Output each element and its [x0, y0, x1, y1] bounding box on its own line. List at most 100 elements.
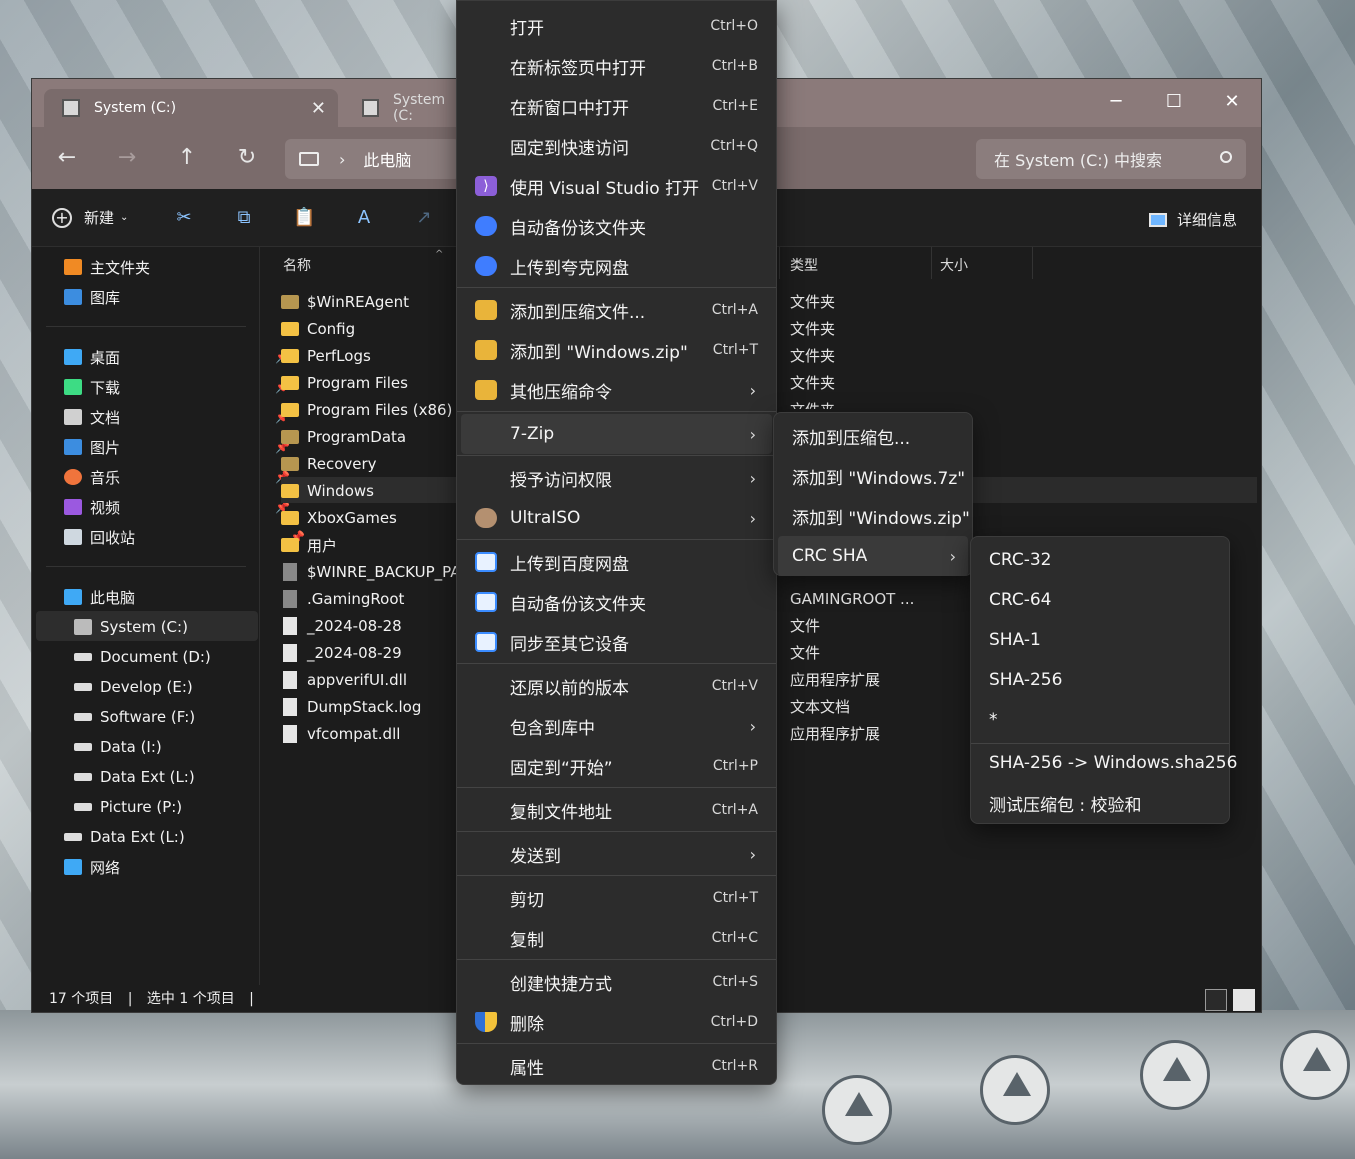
sidebar-item-drive-c[interactable]: System (C:): [74, 613, 188, 641]
menu-item-upload-baidu[interactable]: 上传到百度网盘: [461, 542, 772, 582]
submenu-item-crc64[interactable]: CRC-64: [975, 580, 1225, 620]
system-drive-icon: [74, 619, 92, 635]
list-item[interactable]: DumpStack.log: [281, 694, 421, 720]
sidebar-item-videos[interactable]: 视频 📌: [64, 493, 290, 521]
details-pane-button[interactable]: 详细信息: [1148, 209, 1237, 230]
menu-item-restore-versions[interactable]: 还原以前的版本 Ctrl+V: [461, 666, 772, 706]
sidebar-item-downloads[interactable]: 下载 📌: [64, 373, 290, 401]
sidebar-item-desktop[interactable]: 桌面 📌: [64, 343, 290, 371]
menu-item-include-library[interactable]: 包含到库中 ›: [461, 706, 772, 746]
menu-item-create-shortcut[interactable]: 创建快捷方式 Ctrl+S: [461, 962, 772, 1002]
menu-item-copy[interactable]: 复制 Ctrl+C: [461, 918, 772, 958]
menu-item-open-new-window[interactable]: 在新窗口中打开 Ctrl+E: [461, 86, 772, 126]
submenu-item-crc32[interactable]: CRC-32: [975, 540, 1225, 580]
menu-item-add-to-zip[interactable]: 添加到 "Windows.zip" Ctrl+T: [461, 330, 772, 370]
list-item[interactable]: Windows: [281, 478, 374, 504]
tiles-view-button[interactable]: [1233, 989, 1255, 1011]
breadcrumb-this-pc[interactable]: 此电脑: [363, 147, 411, 171]
list-item[interactable]: Recovery: [281, 451, 377, 477]
sidebar-item-drive-i[interactable]: Data (I:): [74, 733, 162, 761]
menu-item-properties[interactable]: 属性 Ctrl+R: [461, 1046, 772, 1086]
share-icon[interactable]: ↗: [413, 207, 435, 229]
list-item[interactable]: XboxGames: [281, 505, 397, 531]
menu-item-copy-path[interactable]: 复制文件地址 Ctrl+A: [461, 790, 772, 830]
menu-item-other-compress[interactable]: 其他压缩命令 ›: [461, 370, 772, 410]
back-button[interactable]: ←: [49, 141, 85, 175]
sidebar-item-drive-f[interactable]: Software (F:): [74, 703, 195, 731]
submenu-item-add-zip[interactable]: 添加到 "Windows.zip": [778, 496, 970, 536]
sidebar-item-drive-l[interactable]: Data Ext (L:): [74, 763, 195, 791]
list-item[interactable]: _2024-08-29: [281, 640, 402, 666]
list-item[interactable]: Program Files: [281, 370, 408, 396]
menu-item-add-to-archive[interactable]: 添加到压缩文件... Ctrl+A: [461, 290, 772, 330]
new-button[interactable]: + 新建 ⌄: [52, 207, 128, 228]
rename-icon[interactable]: A: [353, 207, 375, 229]
list-item[interactable]: $WinREAgent: [281, 289, 409, 315]
menu-item-ultraiso[interactable]: UltraISO ›: [461, 498, 772, 538]
list-item[interactable]: appverifUI.dll: [281, 667, 407, 693]
close-tab-icon[interactable]: ✕: [311, 98, 326, 119]
sidebar-item-music[interactable]: 音乐 📌: [64, 463, 290, 491]
list-item[interactable]: PerfLogs: [281, 343, 371, 369]
details-view-button[interactable]: [1205, 989, 1227, 1011]
menu-item-7zip[interactable]: 7-Zip ›: [461, 414, 772, 454]
paste-icon[interactable]: 📋: [293, 207, 315, 229]
address-bar[interactable]: › 此电脑: [285, 139, 460, 179]
submenu-item-test-archive[interactable]: 测试压缩包 : 校验和: [975, 783, 1225, 823]
tab-system-c-2[interactable]: System (C:: [344, 89, 464, 127]
menu-item-send-to[interactable]: 发送到 ›: [461, 834, 772, 874]
list-item[interactable]: vfcompat.dll: [281, 721, 400, 747]
menu-item-sync-devices[interactable]: 同步至其它设备: [461, 622, 772, 662]
sidebar-item-network[interactable]: 网络: [64, 853, 120, 881]
computer-icon: [299, 152, 319, 166]
column-header-name[interactable]: 名称: [283, 255, 311, 275]
submenu-item-crc-sha[interactable]: CRC SHA ›: [778, 536, 968, 576]
submenu-item-add-7z[interactable]: 添加到 "Windows.7z": [778, 456, 968, 496]
menu-item-grant-access[interactable]: 授予访问权限 ›: [461, 458, 772, 498]
sidebar-item-this-pc[interactable]: 此电脑: [64, 583, 135, 611]
list-item[interactable]: ProgramData: [281, 424, 406, 450]
menu-item-auto-backup-quark[interactable]: 自动备份该文件夹: [461, 206, 772, 246]
menu-item-auto-backup-baidu[interactable]: 自动备份该文件夹: [461, 582, 772, 622]
sidebar-item-recycle-bin[interactable]: 回收站 📌: [64, 523, 305, 551]
menu-item-cut[interactable]: 剪切 Ctrl+T: [461, 878, 772, 918]
list-item[interactable]: .GamingRoot: [281, 586, 404, 612]
cut-icon[interactable]: ✂: [173, 207, 195, 229]
submenu-item-sha1[interactable]: SHA-1: [975, 620, 1225, 660]
menu-item-upload-quark[interactable]: 上传到夸克网盘: [461, 246, 772, 286]
submenu-item-all[interactable]: *: [975, 700, 1225, 740]
refresh-button[interactable]: ↻: [229, 141, 265, 175]
sidebar-item-pictures[interactable]: 图片 📌: [64, 433, 290, 461]
list-item[interactable]: Program Files (x86): [281, 397, 452, 423]
menu-item-open[interactable]: 打开 Ctrl+O: [461, 6, 772, 46]
submenu-item-add-archive[interactable]: 添加到压缩包...: [778, 416, 968, 456]
menu-item-delete[interactable]: 删除 Ctrl+D: [461, 1002, 772, 1042]
menu-item-pin-quick-access[interactable]: 固定到快速访问 Ctrl+Q: [461, 126, 772, 166]
minimize-button[interactable]: ─: [1088, 85, 1144, 119]
menu-item-pin-start[interactable]: 固定到“开始” Ctrl+P: [461, 746, 772, 786]
sidebar-item-drive-d[interactable]: Document (D:): [74, 643, 211, 671]
column-header-size[interactable]: 大小: [940, 255, 968, 275]
sidebar-item-drive-e[interactable]: Develop (E:): [74, 673, 193, 701]
submenu-item-sha256-file[interactable]: SHA-256 -> Windows.sha256: [975, 743, 1237, 783]
search-input[interactable]: 在 System (C:) 中搜索: [976, 139, 1246, 179]
forward-button[interactable]: →: [109, 141, 145, 175]
copy-icon[interactable]: ⧉: [233, 207, 255, 229]
maximize-button[interactable]: ☐: [1146, 85, 1202, 119]
menu-item-open-new-tab[interactable]: 在新标签页中打开 Ctrl+B: [461, 46, 772, 86]
list-item[interactable]: _2024-08-28: [281, 613, 402, 639]
close-window-button[interactable]: ✕: [1204, 85, 1260, 119]
submenu-item-sha256[interactable]: SHA-256: [975, 660, 1225, 700]
column-header-type[interactable]: 类型: [790, 255, 818, 275]
list-item[interactable]: $WINRE_BACKUP_PA: [281, 559, 461, 585]
list-item[interactable]: 用户: [281, 532, 337, 558]
tab-system-c[interactable]: System (C:) ✕: [44, 89, 338, 127]
sidebar-item-drive-p[interactable]: Picture (P:): [74, 793, 182, 821]
sidebar-item-data-ext[interactable]: Data Ext (L:): [64, 823, 185, 851]
list-item[interactable]: Config: [281, 316, 355, 342]
menu-item-open-visual-studio[interactable]: ⟩ 使用 Visual Studio 打开 Ctrl+V: [461, 166, 772, 206]
sidebar-item-gallery[interactable]: 图库: [64, 283, 120, 311]
up-button[interactable]: ↑: [169, 141, 205, 175]
sidebar-item-documents[interactable]: 文档 📌: [64, 403, 290, 431]
sidebar-item-home[interactable]: 主文件夹: [64, 253, 150, 281]
